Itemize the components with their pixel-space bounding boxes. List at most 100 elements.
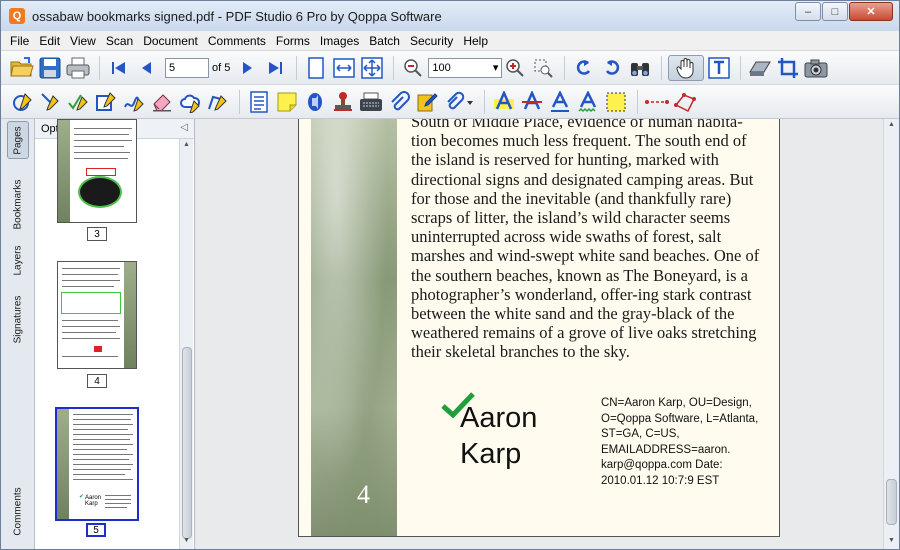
annotation-toolbar xyxy=(1,85,899,119)
menu-comments[interactable]: Comments xyxy=(203,34,271,48)
menu-edit[interactable]: Edit xyxy=(34,34,65,48)
menu-bar: File Edit View Scan Document Comments Fo… xyxy=(1,31,899,51)
previous-page-icon[interactable] xyxy=(134,55,160,81)
highlight-area-icon[interactable] xyxy=(603,89,629,115)
squiggly-text-icon[interactable] xyxy=(575,89,601,115)
toolbar-separator xyxy=(661,55,663,80)
rotate-right-icon[interactable] xyxy=(599,55,625,81)
next-page-icon[interactable] xyxy=(234,55,260,81)
crop-icon[interactable] xyxy=(775,55,801,81)
tab-comments[interactable]: Comments xyxy=(7,479,29,543)
save-icon[interactable] xyxy=(37,55,63,81)
text-box-icon[interactable] xyxy=(246,89,272,115)
zoom-value: 100 xyxy=(432,61,451,74)
page-thumbnail-selected[interactable]: ✔ Aaron Karp xyxy=(55,407,139,521)
toolbar-separator xyxy=(484,89,485,114)
toolbar-separator xyxy=(99,55,100,80)
zoom-in-icon[interactable] xyxy=(502,55,528,81)
menu-forms[interactable]: Forms xyxy=(271,34,315,48)
text-select-icon[interactable] xyxy=(706,55,732,81)
maximize-button[interactable]: □ xyxy=(822,2,848,21)
signature-name: Aaron Karp xyxy=(460,402,538,470)
fit-page-icon[interactable] xyxy=(303,55,329,81)
polygon-annotation-icon[interactable] xyxy=(205,89,231,115)
measure-polygon-icon[interactable] xyxy=(672,89,698,115)
page-thumbnail[interactable] xyxy=(57,119,137,223)
actual-size-icon[interactable] xyxy=(359,55,385,81)
cloud-annotation-icon[interactable] xyxy=(177,89,203,115)
page-number-label: 4 xyxy=(357,480,370,509)
first-page-icon[interactable] xyxy=(106,55,132,81)
menu-scan[interactable]: Scan xyxy=(101,34,138,48)
thumbnail-label: 4 xyxy=(87,374,107,388)
zoom-combo[interactable]: 100 ▾ xyxy=(428,57,503,78)
document-scrollbar[interactable]: ▲ ▼ xyxy=(883,119,899,549)
thumbnail-scrollbar[interactable]: ▲ ▼ xyxy=(179,139,193,549)
pencil-check-icon[interactable] xyxy=(65,89,91,115)
scrollbar-thumb[interactable] xyxy=(886,479,897,525)
pdf-page: 4 South of Middle Place, evidence of hum… xyxy=(298,119,780,537)
tab-signatures[interactable]: Signatures xyxy=(7,284,29,354)
signature-details: CN=Aaron Karp, OU=Design, O=Qoppa Softwa… xyxy=(601,397,759,487)
underline-text-icon[interactable] xyxy=(547,89,573,115)
thumbnail-panel: Options ▾ ◁ 3 xyxy=(35,119,195,549)
find-binoculars-icon[interactable] xyxy=(627,55,653,81)
rectangle-annotation-icon[interactable] xyxy=(93,89,119,115)
sound-annotation-icon[interactable] xyxy=(302,89,328,115)
attach-dropdown-icon[interactable] xyxy=(442,89,476,115)
chevron-down-icon: ▾ xyxy=(492,62,499,74)
signature-field[interactable]: Aaron Karp CN=Aaron Karp, OU=Design, O=Q… xyxy=(441,392,761,512)
zoom-out-icon[interactable] xyxy=(400,55,426,81)
minimize-button[interactable]: – xyxy=(795,2,821,21)
title-bar: Q ossabaw bookmarks signed.pdf - PDF Stu… xyxy=(1,1,899,31)
thumbnail-annotation xyxy=(78,176,122,208)
measure-line-icon[interactable] xyxy=(644,89,670,115)
menu-help[interactable]: Help xyxy=(458,34,493,48)
window-title: ossabaw bookmarks signed.pdf - PDF Studi… xyxy=(32,8,442,24)
last-page-icon[interactable] xyxy=(262,55,288,81)
collapse-panel-icon[interactable]: ◁ xyxy=(180,122,188,133)
circle-annotation-icon[interactable] xyxy=(9,89,35,115)
menu-document[interactable]: Document xyxy=(138,34,203,48)
close-button[interactable]: ✕ xyxy=(849,2,893,21)
edit-form-icon[interactable] xyxy=(414,89,440,115)
sticky-note-icon[interactable] xyxy=(274,89,300,115)
rotate-left-icon[interactable] xyxy=(571,55,597,81)
menu-file[interactable]: File xyxy=(5,34,34,48)
fit-width-icon[interactable] xyxy=(331,55,357,81)
freehand-ink-icon[interactable] xyxy=(121,89,147,115)
thumbnail-label: 3 xyxy=(87,227,107,241)
highlight-text-icon[interactable] xyxy=(491,89,517,115)
pencil-line-icon[interactable] xyxy=(37,89,63,115)
typewriter-icon[interactable] xyxy=(358,89,384,115)
scrollbar-thumb[interactable] xyxy=(182,347,192,539)
window-controls: – □ ✕ xyxy=(794,2,893,21)
toolbar-separator xyxy=(740,55,742,80)
page-number-input[interactable] xyxy=(165,57,209,78)
tab-pages[interactable]: Pages xyxy=(7,121,29,159)
stamp-icon[interactable] xyxy=(330,89,356,115)
menu-batch[interactable]: Batch xyxy=(364,34,405,48)
open-icon[interactable] xyxy=(9,55,35,81)
menu-images[interactable]: Images xyxy=(315,34,364,48)
eraser-icon[interactable] xyxy=(149,89,175,115)
tab-layers[interactable]: Layers xyxy=(7,239,29,281)
menu-security[interactable]: Security xyxy=(405,34,458,48)
toolbar-separator xyxy=(564,55,566,80)
document-view[interactable]: 4 South of Middle Place, evidence of hum… xyxy=(196,119,899,549)
app-window: Q ossabaw bookmarks signed.pdf - PDF Stu… xyxy=(0,0,900,550)
side-tab-strip: Pages Bookmarks Layers Signatures Commen… xyxy=(1,119,35,549)
snapshot-camera-icon[interactable] xyxy=(803,55,829,81)
page-photo-strip: 4 xyxy=(311,119,397,536)
menu-view[interactable]: View xyxy=(65,34,101,48)
print-icon[interactable] xyxy=(65,55,91,81)
tab-bookmarks[interactable]: Bookmarks xyxy=(7,169,29,239)
toolbar-separator xyxy=(296,55,298,80)
page-thumbnail[interactable] xyxy=(57,261,137,369)
hand-tool-icon[interactable] xyxy=(668,54,705,81)
scan-icon[interactable] xyxy=(747,55,773,81)
strikeout-text-icon[interactable] xyxy=(519,89,545,115)
toolbar-separator xyxy=(637,89,638,114)
marquee-zoom-icon[interactable] xyxy=(530,55,556,81)
attach-file-icon[interactable] xyxy=(386,89,412,115)
